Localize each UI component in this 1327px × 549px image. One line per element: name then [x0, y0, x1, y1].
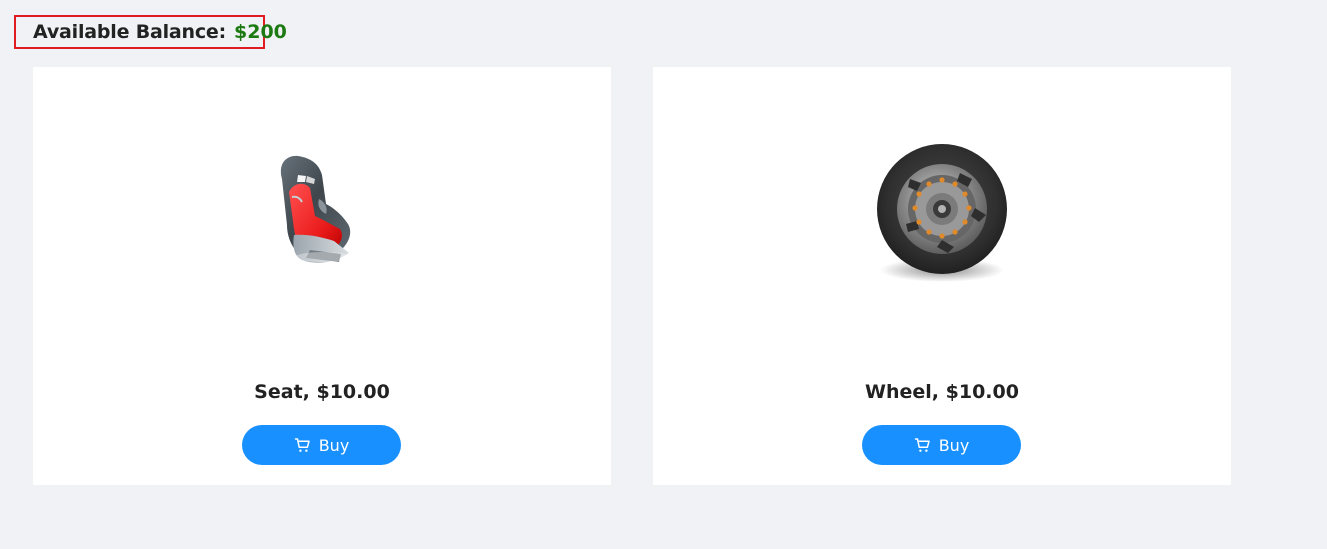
product-title: Seat, $10.00 [254, 381, 390, 403]
available-balance-label: Available Balance: [33, 21, 227, 43]
seat-image [280, 155, 351, 263]
product-grid: Seat, $10.00 Buy Wheel, $10.00 Buy [33, 67, 1231, 485]
cart-icon [914, 437, 931, 454]
product-title: Wheel, $10.00 [865, 381, 1019, 403]
product-image-area [653, 67, 1231, 357]
product-image-area [33, 67, 611, 357]
product-card-seat: Seat, $10.00 Buy [33, 67, 611, 485]
cart-icon [294, 437, 311, 454]
buy-button-wheel[interactable]: Buy [862, 425, 1021, 465]
wheel-image [877, 144, 1007, 282]
buy-button-label: Buy [318, 435, 350, 455]
product-card-wheel: Wheel, $10.00 Buy [653, 67, 1231, 485]
available-balance-box: Available Balance: $200 [14, 15, 287, 49]
buy-button-label: Buy [938, 435, 970, 455]
buy-button-seat[interactable]: Buy [242, 425, 401, 465]
available-balance-value: $200 [234, 21, 287, 43]
